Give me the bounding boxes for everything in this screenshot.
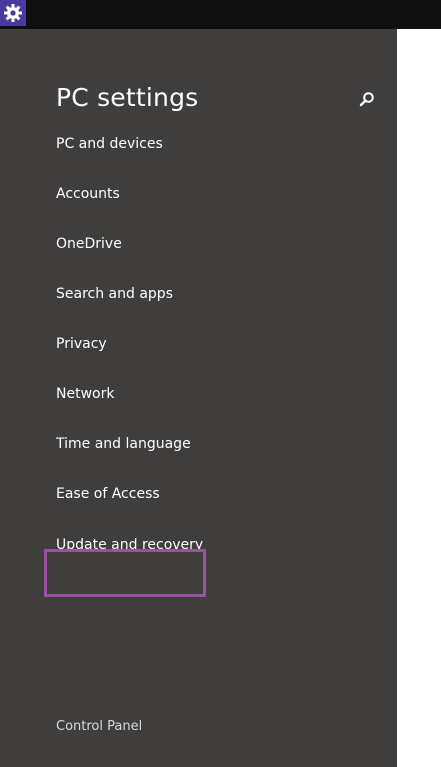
sidebar-item-update-and-recovery[interactable]: Update and recovery [56, 534, 203, 556]
page-title: PC settings [56, 83, 199, 112]
content-pane [397, 29, 441, 767]
search-icon [359, 92, 374, 107]
control-panel-link[interactable]: Control Panel [56, 716, 142, 738]
sidebar-item-ease-of-access[interactable]: Ease of Access [56, 483, 160, 505]
settings-sidebar: PC settings PC and devices Accounts OneD… [0, 29, 397, 767]
sidebar-item-search-and-apps[interactable]: Search and apps [56, 283, 173, 305]
sidebar-item-time-and-language[interactable]: Time and language [56, 433, 191, 455]
sidebar-item-network[interactable]: Network [56, 383, 114, 405]
search-button[interactable] [356, 88, 378, 110]
gear-icon[interactable] [0, 0, 26, 26]
title-bar [0, 0, 441, 29]
sidebar-item-privacy[interactable]: Privacy [56, 333, 107, 355]
selection-highlight [44, 549, 206, 597]
sidebar-item-accounts[interactable]: Accounts [56, 183, 120, 205]
sidebar-item-pc-and-devices[interactable]: PC and devices [56, 133, 163, 155]
sidebar-item-onedrive[interactable]: OneDrive [56, 233, 122, 255]
